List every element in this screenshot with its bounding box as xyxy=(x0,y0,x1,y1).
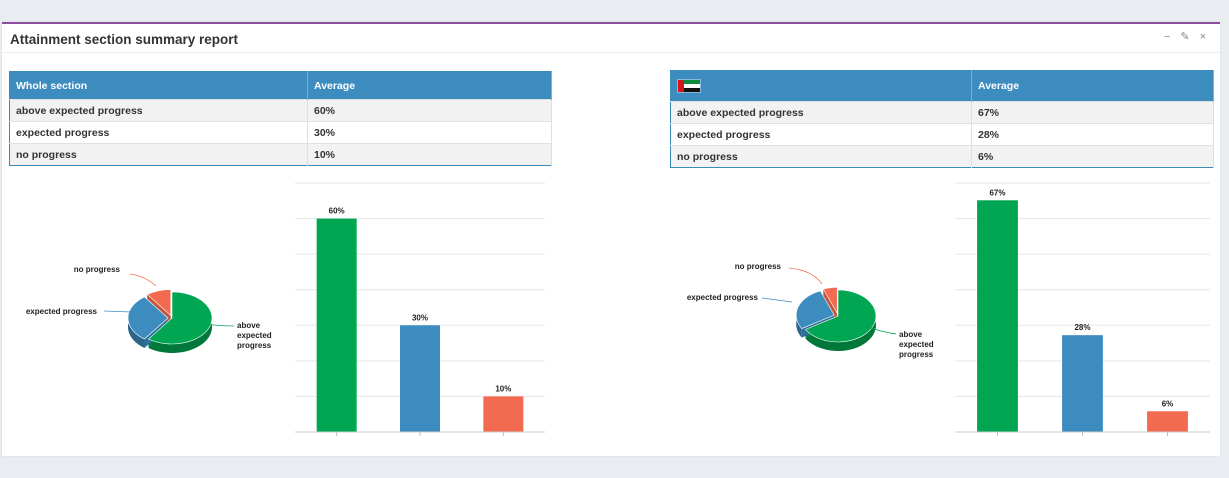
bar-1 xyxy=(977,200,1018,432)
pie-label-line: expected xyxy=(899,340,934,349)
close-icon[interactable]: × xyxy=(1200,31,1206,43)
row-label: expected progress xyxy=(670,123,972,146)
pie-label: no progress xyxy=(735,262,782,271)
pie-label-line: above xyxy=(899,330,923,339)
bar-1 xyxy=(316,218,357,432)
pie-label-line: expected progress xyxy=(26,307,98,316)
whole-section-table: Whole section Average above expected pro… xyxy=(9,71,552,166)
pie-label: above expected progress xyxy=(899,330,934,359)
data-label: 6% xyxy=(1162,399,1174,408)
pie-connector xyxy=(761,297,793,303)
panel-tools: − ✎ × xyxy=(1164,31,1206,43)
row-value: 28% xyxy=(971,123,1214,146)
row-label: above expected progress xyxy=(9,99,308,122)
table-header-row: Average xyxy=(670,70,1214,102)
table-row: above expected progress 60% xyxy=(9,99,552,122)
column-header: Average xyxy=(971,70,1214,102)
table-row: no progress 6% xyxy=(670,145,1214,168)
pie-label-line: progress xyxy=(899,350,934,359)
panel-title: Attainment section summary report xyxy=(10,32,239,47)
pie-connector xyxy=(129,273,157,287)
uae-flag-icon xyxy=(677,79,701,93)
bar-3 xyxy=(483,396,524,432)
table-row: expected progress 30% xyxy=(9,121,552,144)
wrench-icon[interactable]: ✎ xyxy=(1180,31,1189,43)
table-row: no progress 10% xyxy=(9,143,552,166)
pie-label-line: progress xyxy=(237,341,272,350)
pie-label-line: no progress xyxy=(735,262,782,271)
pie-label: no progress xyxy=(74,265,121,274)
data-label: 28% xyxy=(1074,323,1090,332)
table-row: above expected progress 67% xyxy=(670,101,1214,124)
row-label: above expected progress xyxy=(670,101,972,124)
uae-section-table: Average above expected progress 67% expe… xyxy=(670,70,1214,168)
pie-connector xyxy=(788,267,823,285)
data-label: 67% xyxy=(989,188,1005,197)
data-label: 60% xyxy=(329,207,345,216)
pie-label: expected progress xyxy=(687,293,759,302)
pie-label: expected progress xyxy=(26,307,98,316)
row-value: 60% xyxy=(307,99,552,122)
panel-header: Attainment section summary report − ✎ × xyxy=(2,24,1220,53)
table-header-row: Whole section Average xyxy=(9,71,552,100)
column-header xyxy=(670,70,972,102)
minimize-icon[interactable]: − xyxy=(1164,31,1170,43)
pie-connector xyxy=(103,310,133,313)
data-label: 30% xyxy=(412,313,428,322)
row-value: 67% xyxy=(971,101,1214,124)
pie-label-line: no progress xyxy=(74,265,121,274)
row-value: 30% xyxy=(307,121,552,144)
pie-chart-uae: above expected progressexpected progressno… xyxy=(687,262,934,359)
pie-chart-whole-section: above expected progressexpected progressno… xyxy=(26,265,272,353)
pie-label-line: expected xyxy=(237,331,272,340)
table-row: expected progress 28% xyxy=(670,123,1214,146)
row-label: no progress xyxy=(670,145,972,168)
pie-label: above expected progress xyxy=(237,321,272,350)
pie-label-line: expected progress xyxy=(687,293,759,302)
pie-label-line: above xyxy=(237,321,261,330)
row-label: expected progress xyxy=(9,121,308,144)
bar-chart-whole-section: 60% 30% 10% xyxy=(295,182,545,436)
row-value: 10% xyxy=(307,143,552,166)
column-header: Whole section xyxy=(9,71,308,100)
row-value: 6% xyxy=(971,145,1214,168)
column-header: Average xyxy=(307,71,552,100)
data-label: 10% xyxy=(495,384,511,393)
bar-2 xyxy=(400,325,440,432)
bar-2 xyxy=(1062,335,1103,432)
bar-chart-uae: 67% 28% 6% xyxy=(955,182,1210,436)
bar-3 xyxy=(1147,411,1188,432)
row-label: no progress xyxy=(9,143,308,166)
